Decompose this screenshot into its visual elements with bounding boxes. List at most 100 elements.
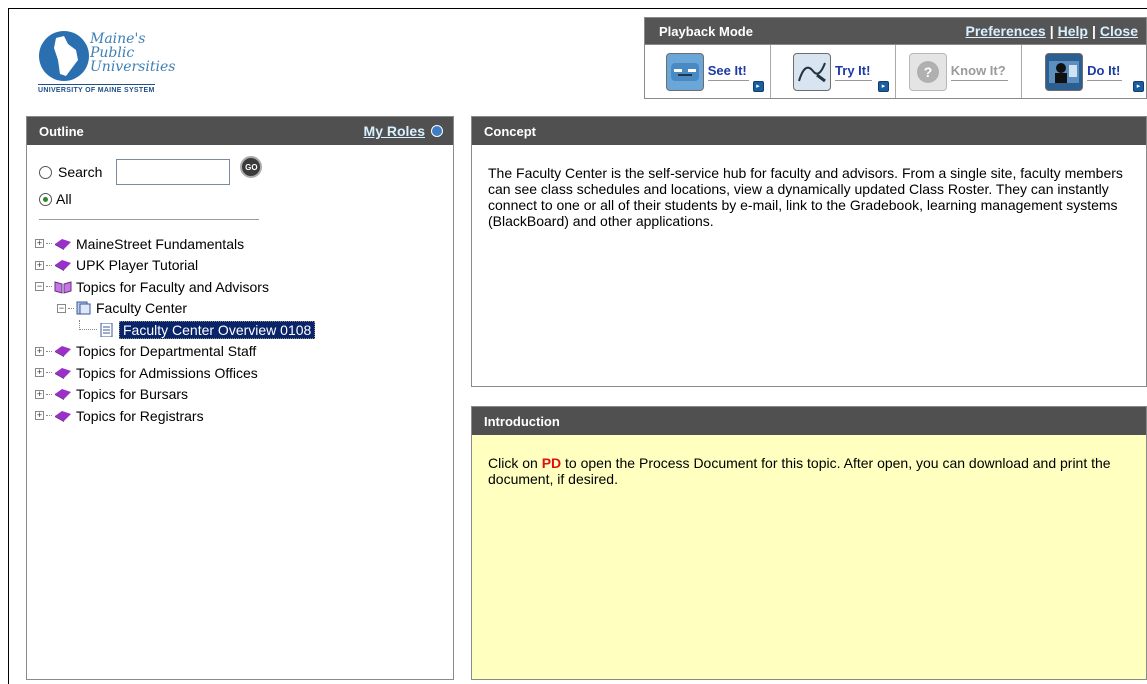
do-it-label: Do It! bbox=[1087, 63, 1123, 81]
know-it-icon: ? bbox=[908, 52, 947, 91]
tree-item-faculty-center[interactable]: − Faculty Center bbox=[35, 298, 315, 320]
go-button[interactable]: GO bbox=[240, 156, 263, 178]
expand-icon[interactable]: + bbox=[35, 389, 44, 399]
book-icon bbox=[55, 346, 71, 358]
playback-mode-buttons: See It! ▸ Try It! ▸ ? Know It? Do It! ▸ bbox=[645, 44, 1146, 98]
tree-connector bbox=[46, 243, 52, 245]
logo-subtitle: UNIVERSITY OF MAINE SYSTEM bbox=[38, 84, 155, 94]
tree-item-label: UPK Player Tutorial bbox=[76, 257, 199, 274]
tree-item-topics-for-registrars[interactable]: + Topics for Registrars bbox=[35, 405, 315, 427]
tree-item-label: MaineStreet Fundamentals bbox=[76, 235, 245, 252]
tree-connector bbox=[46, 415, 52, 417]
intro-text-before: Click on bbox=[488, 455, 538, 471]
intro-text-after: to open the Process Document for this to… bbox=[488, 455, 1111, 487]
search-label: Search bbox=[58, 164, 103, 180]
concept-panel: Concept The Faculty Center is the self-s… bbox=[471, 116, 1147, 387]
playback-toolbar: Playback Mode Preferences | Help | Close See… bbox=[644, 17, 1147, 99]
tree-connector bbox=[46, 264, 52, 266]
know-it-button[interactable]: ? Know It? bbox=[896, 45, 1022, 98]
expand-icon[interactable]: + bbox=[35, 260, 44, 270]
tree-item-label: Faculty Center bbox=[96, 300, 188, 317]
university-logo: Maine's Public Universities UNIVERSITY O… bbox=[34, 28, 194, 98]
outline-header: Outline My Roles bbox=[27, 117, 453, 145]
preferences-link[interactable]: Preferences bbox=[966, 23, 1046, 39]
expand-icon[interactable]: + bbox=[35, 411, 44, 421]
outline-title: Outline bbox=[39, 123, 84, 139]
module-icon bbox=[76, 301, 91, 315]
search-input[interactable] bbox=[116, 159, 231, 185]
outline-tree: + MaineStreet Fundamentals + UPK Player … bbox=[35, 233, 316, 427]
logo-line-1: Maine's bbox=[90, 31, 146, 47]
tree-item-label: Topics for Registrars bbox=[76, 407, 204, 424]
tree-connector bbox=[46, 286, 52, 288]
concept-header: Concept bbox=[472, 117, 1146, 145]
tree-item-topics-for-admissions-offices[interactable]: + Topics for Admissions Offices bbox=[35, 362, 315, 384]
see-it-icon bbox=[665, 52, 704, 91]
search-divider bbox=[39, 219, 259, 220]
search-radio[interactable] bbox=[39, 165, 52, 179]
my-roles-icon[interactable] bbox=[431, 125, 443, 137]
tree-item-label: Topics for Admissions Offices bbox=[76, 364, 258, 381]
collapse-icon[interactable]: − bbox=[35, 282, 44, 292]
know-it-label: Know It? bbox=[950, 63, 1008, 81]
document-icon bbox=[100, 322, 113, 337]
try-it-button[interactable]: Try It! ▸ bbox=[771, 45, 896, 98]
book-icon bbox=[55, 410, 71, 422]
header-links: Preferences | Help | Close bbox=[966, 23, 1138, 39]
tree-connector bbox=[68, 307, 74, 309]
playback-title: Playback Mode bbox=[659, 23, 753, 39]
all-radio[interactable] bbox=[39, 192, 52, 206]
tree-connector bbox=[79, 319, 97, 330]
maine-state-logo-icon bbox=[39, 31, 89, 81]
all-row: All bbox=[39, 191, 72, 207]
do-it-options-icon[interactable]: ▸ bbox=[1133, 81, 1144, 92]
tree-item-label: Topics for Faculty and Advisors bbox=[76, 278, 269, 295]
see-it-options-icon[interactable]: ▸ bbox=[752, 81, 764, 92]
book-icon bbox=[55, 389, 71, 401]
tree-item-topics-for-departmental-staff[interactable]: + Topics for Departmental Staff bbox=[35, 341, 315, 363]
logo-line-2: Public bbox=[90, 45, 135, 61]
search-row: Search GO bbox=[39, 156, 263, 185]
introduction-header: Introduction bbox=[472, 407, 1146, 435]
all-label: All bbox=[56, 191, 72, 207]
open-book-icon bbox=[54, 281, 72, 294]
link-separator: | bbox=[1091, 23, 1096, 39]
book-icon bbox=[55, 238, 71, 250]
concept-text: The Faculty Center is the self-service h… bbox=[488, 165, 1123, 229]
introduction-text: Click on PD to open the Process Document… bbox=[472, 435, 1146, 487]
logo-line-3: Universities bbox=[90, 59, 176, 75]
close-link[interactable]: Close bbox=[1100, 23, 1138, 39]
svg-text:?: ? bbox=[924, 64, 933, 80]
my-roles-link[interactable]: My Roles bbox=[364, 123, 425, 139]
my-roles: My Roles bbox=[364, 123, 443, 139]
try-it-options-icon[interactable]: ▸ bbox=[878, 81, 889, 92]
tree-item-faculty-center-overview[interactable]: Faculty Center Overview 0108 bbox=[35, 319, 316, 341]
book-icon bbox=[55, 260, 71, 272]
tree-item-label: Topics for Bursars bbox=[76, 386, 189, 403]
book-icon bbox=[55, 367, 71, 379]
do-it-button[interactable]: Do It! ▸ bbox=[1022, 45, 1147, 98]
tree-item-topics-for-bursars[interactable]: + Topics for Bursars bbox=[35, 384, 315, 406]
tree-item-mainestreet-fundamentals[interactable]: + MaineStreet Fundamentals bbox=[35, 233, 315, 255]
see-it-button[interactable]: See It! ▸ bbox=[645, 45, 771, 98]
tree-item-label: Topics for Departmental Staff bbox=[76, 343, 257, 360]
expand-icon[interactable]: + bbox=[35, 368, 44, 378]
pd-link[interactable]: PD bbox=[542, 455, 561, 471]
expand-icon[interactable]: + bbox=[35, 239, 44, 249]
introduction-title: Introduction bbox=[484, 413, 560, 429]
see-it-label: See It! bbox=[707, 63, 749, 81]
try-it-label: Try It! bbox=[835, 63, 873, 81]
tree-connector bbox=[46, 350, 52, 352]
expand-icon[interactable]: + bbox=[35, 346, 44, 356]
do-it-icon bbox=[1045, 52, 1084, 91]
tree-item-upk-player-tutorial[interactable]: + UPK Player Tutorial bbox=[35, 255, 315, 277]
tree-item-label-selected: Faculty Center Overview 0108 bbox=[119, 320, 316, 339]
introduction-panel: Introduction Click on PD to open the Pro… bbox=[471, 406, 1147, 680]
playback-header: Playback Mode Preferences | Help | Close bbox=[645, 18, 1146, 44]
tree-item-topics-for-faculty-and-advisors[interactable]: − Topics for Faculty and Advisors bbox=[35, 276, 315, 298]
collapse-icon[interactable]: − bbox=[57, 303, 66, 313]
link-separator: | bbox=[1049, 23, 1054, 39]
tree-connector bbox=[46, 372, 52, 374]
concept-title: Concept bbox=[484, 123, 536, 139]
help-link[interactable]: Help bbox=[1058, 23, 1088, 39]
